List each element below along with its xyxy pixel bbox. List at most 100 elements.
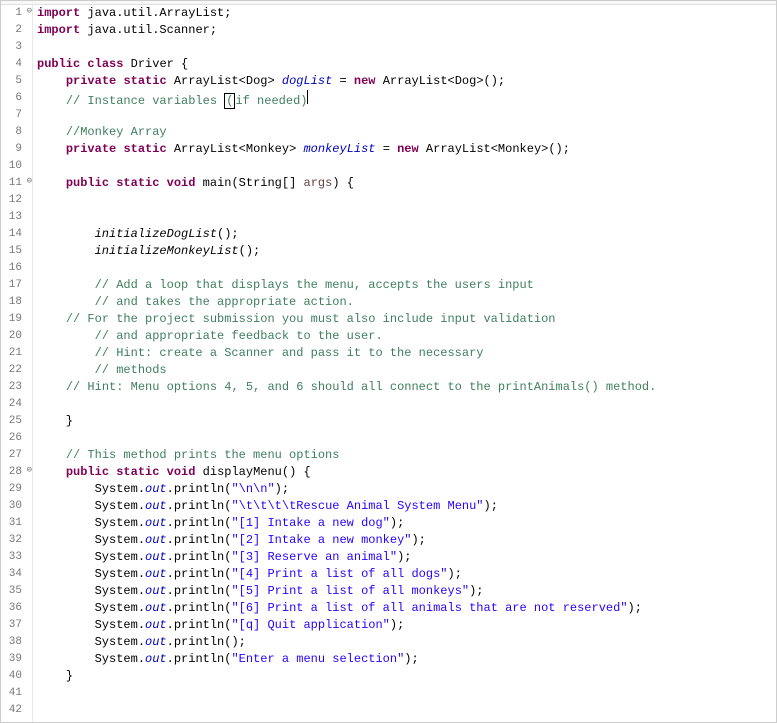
code-line[interactable]: System.out.println(); bbox=[37, 634, 776, 651]
line-number[interactable]: 9 bbox=[1, 141, 30, 158]
code-line[interactable]: // and appropriate feedback to the user. bbox=[37, 328, 776, 345]
code-line[interactable]: import java.util.ArrayList; bbox=[37, 5, 776, 22]
code-line[interactable]: System.out.println("[6] Print a list of … bbox=[37, 600, 776, 617]
code-line[interactable]: // For the project submission you must a… bbox=[37, 311, 776, 328]
line-number[interactable]: 20 bbox=[1, 328, 30, 345]
line-number[interactable]: 25 bbox=[1, 413, 30, 430]
line-number[interactable]: 15 bbox=[1, 243, 30, 260]
line-number[interactable]: 14 bbox=[1, 226, 30, 243]
code-line[interactable]: public static void main(String[] args) { bbox=[37, 175, 776, 192]
code-line[interactable] bbox=[37, 702, 776, 719]
code-line[interactable]: System.out.println("Enter a menu selecti… bbox=[37, 651, 776, 668]
code-line[interactable]: System.out.println("[1] Intake a new dog… bbox=[37, 515, 776, 532]
code-line[interactable]: // Add a loop that displays the menu, ac… bbox=[37, 277, 776, 294]
line-number[interactable]: 35 bbox=[1, 583, 30, 600]
code-line[interactable]: initializeMonkeyList(); bbox=[37, 243, 776, 260]
code-line[interactable]: } bbox=[37, 413, 776, 430]
code-token bbox=[37, 227, 95, 241]
code-token bbox=[37, 363, 95, 377]
line-number[interactable]: 2 bbox=[1, 22, 30, 39]
line-number[interactable]: 13 bbox=[1, 209, 30, 226]
code-line[interactable]: // Hint: create a Scanner and pass it to… bbox=[37, 345, 776, 362]
line-number[interactable]: 38 bbox=[1, 634, 30, 651]
code-line[interactable]: // and takes the appropriate action. bbox=[37, 294, 776, 311]
code-line[interactable]: System.out.println("[4] Print a list of … bbox=[37, 566, 776, 583]
fold-toggle-icon[interactable]: ⊖ bbox=[23, 7, 32, 16]
code-line[interactable] bbox=[37, 260, 776, 277]
code-line[interactable]: System.out.println("[2] Intake a new mon… bbox=[37, 532, 776, 549]
code-line[interactable]: // This method prints the menu options bbox=[37, 447, 776, 464]
code-token: .println( bbox=[167, 652, 232, 666]
code-line[interactable] bbox=[37, 396, 776, 413]
line-number[interactable]: 3 bbox=[1, 39, 30, 56]
code-line[interactable]: System.out.println("[3] Reserve an anima… bbox=[37, 549, 776, 566]
code-token: .println( bbox=[167, 550, 232, 564]
code-line[interactable] bbox=[37, 209, 776, 226]
code-line[interactable] bbox=[37, 192, 776, 209]
line-number[interactable]: 19 bbox=[1, 311, 30, 328]
line-number[interactable]: 4 bbox=[1, 56, 30, 73]
line-number[interactable]: 22 bbox=[1, 362, 30, 379]
line-number[interactable]: 33 bbox=[1, 549, 30, 566]
code-line[interactable]: System.out.println("\n\n"); bbox=[37, 481, 776, 498]
line-number[interactable]: 30 bbox=[1, 498, 30, 515]
code-token: ) { bbox=[332, 176, 354, 190]
code-token: ArrayList<Dog> bbox=[167, 74, 282, 88]
line-number[interactable]: 11⊖ bbox=[1, 175, 30, 192]
line-number[interactable]: 34 bbox=[1, 566, 30, 583]
code-line[interactable]: System.out.println("[5] Print a list of … bbox=[37, 583, 776, 600]
line-number[interactable]: 24 bbox=[1, 396, 30, 413]
code-line[interactable]: System.out.println("\t\t\t\tRescue Anima… bbox=[37, 498, 776, 515]
code-token: public bbox=[66, 465, 109, 479]
line-number[interactable]: 12 bbox=[1, 192, 30, 209]
code-token: .println( bbox=[167, 584, 232, 598]
code-line[interactable] bbox=[37, 430, 776, 447]
line-number[interactable]: 21 bbox=[1, 345, 30, 362]
code-token: out bbox=[145, 550, 167, 564]
line-number[interactable]: 37 bbox=[1, 617, 30, 634]
code-token: out bbox=[145, 618, 167, 632]
code-line[interactable]: System.out.println("[q] Quit application… bbox=[37, 617, 776, 634]
line-number[interactable]: 27 bbox=[1, 447, 30, 464]
code-line[interactable]: //Monkey Array bbox=[37, 124, 776, 141]
line-number[interactable]: 1⊖ bbox=[1, 5, 30, 22]
line-number[interactable]: 23 bbox=[1, 379, 30, 396]
line-number[interactable]: 42 bbox=[1, 702, 30, 719]
fold-toggle-icon[interactable]: ⊖ bbox=[23, 466, 32, 475]
line-number[interactable]: 7 bbox=[1, 107, 30, 124]
line-number[interactable]: 39 bbox=[1, 651, 30, 668]
line-number[interactable]: 17 bbox=[1, 277, 30, 294]
code-content[interactable]: import java.util.ArrayList;import java.u… bbox=[33, 5, 776, 722]
line-number[interactable]: 28⊖ bbox=[1, 464, 30, 481]
code-line[interactable]: } bbox=[37, 668, 776, 685]
line-number[interactable]: 16 bbox=[1, 260, 30, 277]
code-line[interactable]: public static void displayMenu() { bbox=[37, 464, 776, 481]
line-number-gutter[interactable]: 1⊖234567891011⊖1213141516171819202122232… bbox=[1, 5, 33, 722]
code-line[interactable]: private static ArrayList<Dog> dogList = … bbox=[37, 73, 776, 90]
code-editor[interactable]: 1⊖234567891011⊖1213141516171819202122232… bbox=[1, 5, 776, 722]
line-number[interactable]: 41 bbox=[1, 685, 30, 702]
line-number[interactable]: 31 bbox=[1, 515, 30, 532]
code-line[interactable]: public class Driver { bbox=[37, 56, 776, 73]
line-number[interactable]: 6 bbox=[1, 90, 30, 107]
line-number[interactable]: 36 bbox=[1, 600, 30, 617]
line-number[interactable]: 32 bbox=[1, 532, 30, 549]
code-line[interactable]: // methods bbox=[37, 362, 776, 379]
code-line[interactable] bbox=[37, 39, 776, 56]
line-number[interactable]: 40 bbox=[1, 668, 30, 685]
line-number[interactable]: 29 bbox=[1, 481, 30, 498]
code-line[interactable]: // Instance variables (if needed) bbox=[37, 90, 776, 107]
code-line[interactable]: private static ArrayList<Monkey> monkeyL… bbox=[37, 141, 776, 158]
code-line[interactable]: initializeDogList(); bbox=[37, 226, 776, 243]
line-number[interactable]: 18 bbox=[1, 294, 30, 311]
line-number[interactable]: 10 bbox=[1, 158, 30, 175]
code-line[interactable] bbox=[37, 107, 776, 124]
line-number[interactable]: 8 bbox=[1, 124, 30, 141]
line-number[interactable]: 26 bbox=[1, 430, 30, 447]
line-number[interactable]: 5 bbox=[1, 73, 30, 90]
fold-toggle-icon[interactable]: ⊖ bbox=[23, 177, 32, 186]
code-line[interactable] bbox=[37, 158, 776, 175]
code-line[interactable]: // Hint: Menu options 4, 5, and 6 should… bbox=[37, 379, 776, 396]
code-line[interactable] bbox=[37, 685, 776, 702]
code-line[interactable]: import java.util.Scanner; bbox=[37, 22, 776, 39]
